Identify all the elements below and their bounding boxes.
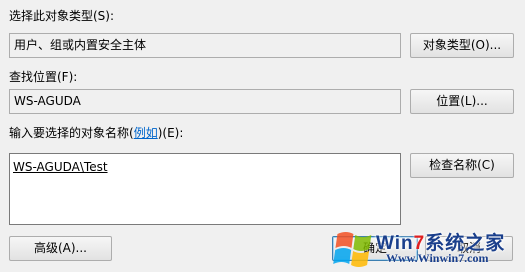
object-types-button[interactable]: 对象类型(O)... — [410, 33, 514, 58]
object-type-label: 选择此对象类型(S): — [9, 9, 115, 23]
location-label: 查找位置(F): — [9, 70, 78, 84]
object-name-entry: WS-AGUDA\Test — [13, 160, 108, 174]
object-names-label-suffix: )(E): — [157, 126, 184, 140]
check-names-button[interactable]: 检查名称(C) — [410, 153, 514, 178]
object-names-label-prefix: 输入要选择的对象名称( — [9, 126, 134, 140]
watermark-url: Www.Winwin7.com — [386, 251, 489, 265]
object-names-label: 输入要选择的对象名称(例如)(E): — [9, 126, 183, 140]
object-names-input[interactable]: WS-AGUDA\Test — [9, 153, 401, 225]
locations-button[interactable]: 位置(L)... — [410, 89, 514, 114]
object-type-field: 用户、组或内置安全主体 — [9, 33, 401, 58]
location-field: WS-AGUDA — [9, 89, 401, 114]
advanced-button[interactable]: 高级(A)... — [9, 236, 112, 261]
examples-link[interactable]: 例如 — [134, 126, 158, 140]
